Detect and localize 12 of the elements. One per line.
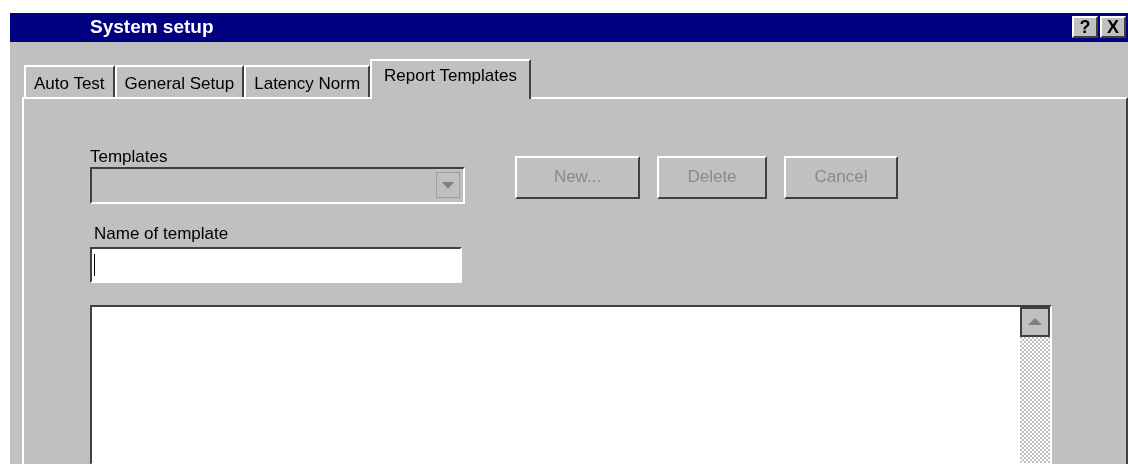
help-button[interactable]: ? (1072, 16, 1098, 39)
tab[interactable]: Report Templates (370, 58, 531, 99)
name-of-template-label: Name of template (94, 223, 230, 244)
tab[interactable]: Auto Test (24, 64, 115, 99)
templates-label: Templates (90, 146, 169, 167)
template-name-field[interactable] (90, 246, 462, 283)
window-title: System setup (90, 15, 215, 39)
dropdown-arrow-icon (436, 172, 460, 198)
tab[interactable]: Latency Norm (244, 64, 371, 99)
tab[interactable]: General Setup (114, 64, 245, 99)
close-button[interactable]: X (1100, 16, 1126, 39)
vertical-scrollbar[interactable] (1020, 306, 1050, 463)
